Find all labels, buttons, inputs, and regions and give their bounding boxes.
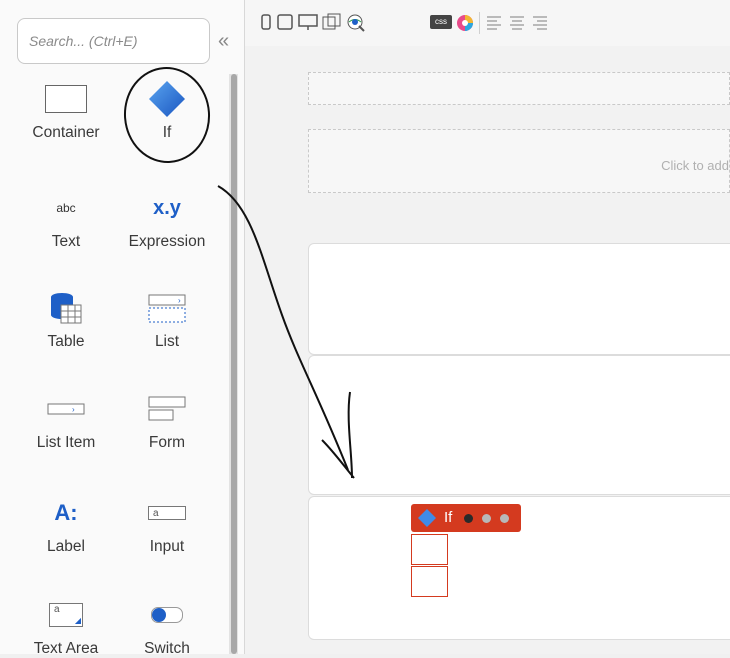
scrollbar-thumb[interactable]: [231, 74, 237, 654]
widget-label: Text: [51, 233, 81, 250]
widget-list[interactable]: › List: [117, 285, 217, 351]
device-resize-icon[interactable]: [322, 13, 342, 31]
list-icon: ›: [117, 285, 217, 331]
svg-text:›: ›: [72, 405, 75, 414]
if-label: If: [444, 509, 453, 526]
table-icon: [16, 285, 116, 331]
collapse-toolbox-icon[interactable]: «: [218, 30, 229, 53]
if-diamond-icon: [418, 509, 436, 527]
widget-label: Form: [148, 434, 186, 451]
widget-text[interactable]: abc Text: [16, 185, 116, 251]
svg-text:›: ›: [178, 296, 181, 305]
text-area-icon: a ◢: [16, 592, 116, 638]
tablet-icon[interactable]: [276, 13, 294, 31]
align-right-icon[interactable]: [532, 13, 548, 31]
if-false-branch[interactable]: [411, 566, 448, 597]
widget-input[interactable]: a Input: [117, 490, 217, 556]
widget-container[interactable]: Container: [16, 76, 116, 142]
widget-label: Expression: [128, 233, 206, 250]
if-diamond-icon: [117, 76, 217, 122]
switch-icon: [117, 592, 217, 638]
container-panel[interactable]: If: [308, 496, 730, 640]
search-input[interactable]: [18, 19, 209, 63]
canvas-toolbar: css: [245, 0, 730, 46]
placeholder-zone[interactable]: Click to add: [308, 129, 730, 193]
branch-dot[interactable]: [464, 514, 473, 523]
toolbar-divider: [479, 12, 480, 34]
widget-text-area[interactable]: a ◢ Text Area: [16, 592, 116, 658]
container-panel[interactable]: [308, 243, 730, 355]
align-left-icon[interactable]: [486, 13, 502, 31]
widget-label: List: [154, 333, 180, 350]
input-icon: a: [117, 490, 217, 536]
if-true-branch[interactable]: [411, 534, 448, 565]
widget-switch[interactable]: Switch: [117, 592, 217, 658]
list-item-icon: ›: [16, 386, 116, 432]
search-box[interactable]: [17, 18, 210, 64]
expression-icon: x.y: [153, 196, 181, 219]
widget-label: Input: [149, 538, 185, 555]
theme-palette-icon[interactable]: [455, 13, 475, 33]
align-center-icon[interactable]: [509, 13, 525, 31]
css-icon[interactable]: css: [430, 15, 452, 29]
placeholder-zone[interactable]: [308, 72, 730, 105]
widget-label: List Item: [36, 434, 96, 451]
widget-table[interactable]: Table: [16, 285, 116, 351]
if-widget-tag[interactable]: If: [411, 504, 521, 532]
widget-expression[interactable]: x.y Expression: [117, 185, 217, 251]
widget-label: If: [162, 124, 172, 141]
form-icon: [117, 386, 217, 432]
container-panel[interactable]: [308, 355, 730, 495]
label-icon: A:: [54, 500, 78, 525]
container-icon: [16, 76, 116, 122]
branch-dot[interactable]: [500, 514, 509, 523]
widget-label: Switch: [144, 640, 190, 657]
widget-list-item[interactable]: › List Item: [16, 386, 116, 452]
widget-label-component[interactable]: A: Label: [16, 490, 116, 556]
preview-globe-icon[interactable]: [346, 13, 366, 33]
widget-label: Table: [47, 333, 85, 350]
placeholder-hint: Click to add: [661, 158, 729, 173]
design-canvas[interactable]: Click to add If: [245, 46, 730, 654]
widget-label: Container: [32, 124, 100, 141]
abc-text-icon: abc: [56, 201, 76, 215]
widget-if[interactable]: If: [117, 76, 217, 142]
branch-dot[interactable]: [482, 514, 491, 523]
widget-form[interactable]: Form: [117, 386, 217, 452]
widget-toolbox: « Container If abc Text x.y Expression: [0, 0, 245, 657]
widget-label: Text Area: [33, 640, 99, 657]
phone-icon[interactable]: [261, 13, 271, 31]
desktop-icon[interactable]: [298, 13, 318, 31]
widget-label: Label: [47, 538, 85, 555]
